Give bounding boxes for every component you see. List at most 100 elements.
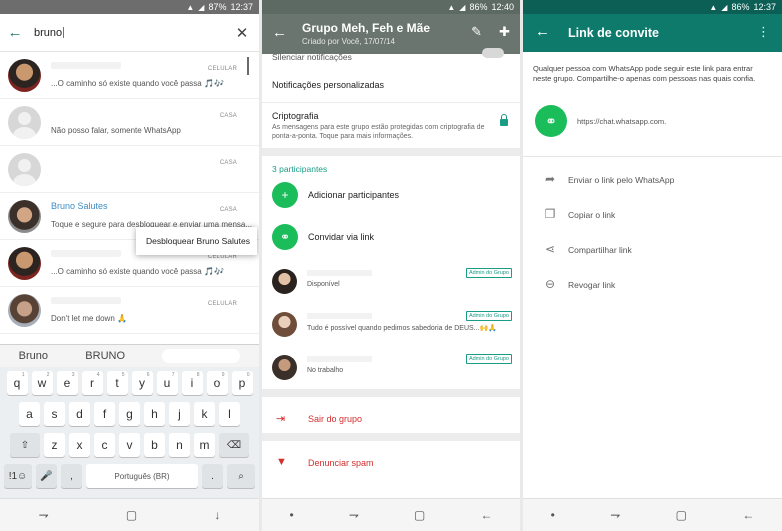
- redacted-name: [51, 297, 121, 304]
- key[interactable]: y6: [131, 371, 153, 395]
- report-spam-button[interactable]: ▼ Denunciar spam: [262, 441, 520, 485]
- comma-key[interactable]: ,: [61, 464, 82, 488]
- member-row[interactable]: No trabalho Admin do Grupo: [262, 347, 520, 390]
- unblock-menu-item[interactable]: Desbloquear Bruno Salutes: [136, 227, 257, 255]
- member-row[interactable]: Tudo é possível quando pedimos sabedoria…: [262, 304, 520, 347]
- key[interactable]: l: [219, 402, 240, 426]
- mute-toggle[interactable]: [482, 48, 504, 58]
- suggestion-blank[interactable]: [162, 349, 241, 363]
- backspace-key[interactable]: ⌫: [219, 433, 249, 457]
- add-person-icon: +: [272, 182, 298, 208]
- key[interactable]: o9: [206, 371, 228, 395]
- key[interactable]: e3: [56, 371, 78, 395]
- key[interactable]: x: [69, 433, 90, 457]
- key[interactable]: j: [169, 402, 190, 426]
- search-icon[interactable]: ⌕: [227, 464, 255, 488]
- key[interactable]: q1: [6, 371, 28, 395]
- key[interactable]: a: [19, 402, 40, 426]
- revoke-link-button[interactable]: ⊖ Revogar link: [523, 267, 782, 302]
- key[interactable]: u7: [156, 371, 178, 395]
- back-icon[interactable]: ↓: [214, 508, 220, 522]
- key[interactable]: t5: [106, 371, 128, 395]
- key[interactable]: i8: [181, 371, 203, 395]
- period-key[interactable]: .: [202, 464, 223, 488]
- key[interactable]: z: [44, 433, 65, 457]
- battery-level: 86%: [731, 2, 750, 12]
- member-row[interactable]: Disponível Admin do Grupo: [262, 261, 520, 304]
- group-title: Grupo Meh, Feh e Mãe: [302, 21, 431, 35]
- dot-icon[interactable]: •: [551, 508, 555, 522]
- signal-icon: ◢: [459, 2, 466, 12]
- key[interactable]: m: [194, 433, 215, 457]
- clock: 12:37: [753, 2, 776, 12]
- symbols-key[interactable]: !1☺: [4, 464, 32, 488]
- avatar: [8, 247, 41, 280]
- chat-row[interactable]: CASA: [0, 146, 259, 193]
- redacted-name: [307, 356, 372, 362]
- recent-apps-icon[interactable]: ⇁: [39, 508, 49, 522]
- back-icon[interactable]: ←: [742, 508, 754, 522]
- avatar: [272, 312, 297, 337]
- home-icon[interactable]: ▢: [414, 508, 425, 522]
- clock: 12:40: [491, 2, 514, 12]
- search-input[interactable]: bruno: [30, 27, 225, 39]
- key[interactable]: d: [69, 402, 90, 426]
- back-arrow-icon[interactable]: ←: [0, 24, 30, 41]
- edit-pencil-icon[interactable]: ✎: [471, 24, 482, 40]
- phone-label: CASA: [219, 207, 237, 213]
- send-link-whatsapp-button[interactable]: ➦ Enviar o link pelo WhatsApp: [523, 162, 782, 197]
- key[interactable]: c: [94, 433, 115, 457]
- chat-message: Não posso falar, somente WhatsApp: [51, 126, 181, 135]
- suggestion[interactable]: BRUNO: [85, 350, 125, 362]
- copy-link-button[interactable]: ❐ Copiar o link: [523, 197, 782, 232]
- key[interactable]: s: [44, 402, 65, 426]
- chat-row[interactable]: CASA Não posso falar, somente WhatsApp: [0, 99, 259, 146]
- home-icon[interactable]: ▢: [676, 508, 687, 522]
- share-link-button[interactable]: ⋖ Compartilhar link: [523, 232, 782, 267]
- home-icon[interactable]: ▢: [126, 508, 137, 522]
- key[interactable]: g: [119, 402, 140, 426]
- key[interactable]: v: [119, 433, 140, 457]
- key[interactable]: k: [194, 402, 215, 426]
- shift-key[interactable]: ⇧: [10, 433, 40, 457]
- key[interactable]: n: [169, 433, 190, 457]
- custom-notifications-row[interactable]: Notificações personalizadas: [262, 66, 520, 103]
- close-icon[interactable]: ✕: [225, 24, 259, 42]
- key[interactable]: r4: [81, 371, 103, 395]
- add-participants-label: Adicionar participantes: [308, 190, 400, 200]
- space-key[interactable]: Português (BR): [86, 464, 198, 488]
- recent-apps-icon[interactable]: ⇁: [610, 508, 620, 522]
- more-options-icon[interactable]: ⋮: [757, 24, 770, 40]
- key[interactable]: h: [144, 402, 165, 426]
- dot-icon[interactable]: •: [290, 508, 294, 522]
- phone-label: CELULAR: [207, 66, 237, 72]
- key-row-3: ⇧ z x c v b n m ⌫: [0, 433, 259, 457]
- key[interactable]: w2: [31, 371, 53, 395]
- add-participants-button[interactable]: + Adicionar participantes: [262, 175, 520, 217]
- group-subtitle: Criado por Você, 17/07/14: [302, 37, 395, 46]
- chat-row[interactable]: CELULAR Don't let me down 🙏: [0, 287, 259, 334]
- add-person-icon[interactable]: ✚: [499, 24, 510, 40]
- key-row-4: !1☺ 🎤 , Português (BR) . ⌕: [0, 464, 259, 488]
- suggestion[interactable]: Bruno: [19, 350, 48, 362]
- key[interactable]: p0: [231, 371, 253, 395]
- chat-message: Don't let me down 🙏: [51, 314, 127, 323]
- avatar: [272, 269, 297, 294]
- custom-notifications-label: Notificações personalizadas: [272, 80, 385, 90]
- invite-link-row[interactable]: ⚭ https://chat.whatsapp.com.: [523, 100, 782, 157]
- key[interactable]: f: [94, 402, 115, 426]
- invite-link-button[interactable]: ⚭ Convidar via link: [262, 217, 520, 259]
- wifi-icon: ▲: [186, 2, 195, 12]
- avatar: [8, 294, 41, 327]
- recent-apps-icon[interactable]: ⇁: [349, 508, 359, 522]
- chat-row[interactable]: CELULAR ...O caminho só existe quando vo…: [0, 52, 259, 99]
- revoke-icon: ⊖: [544, 277, 556, 291]
- encryption-row[interactable]: Criptografia As mensagens para este grup…: [262, 103, 520, 148]
- member-status: Tudo é possível quando pedimos sabedoria…: [307, 325, 497, 332]
- mic-icon[interactable]: 🎤: [36, 464, 57, 488]
- key[interactable]: b: [144, 433, 165, 457]
- back-icon[interactable]: ←: [480, 508, 492, 522]
- back-arrow-icon[interactable]: ←: [535, 23, 550, 40]
- mute-notifications-label[interactable]: Silenciar notificações: [272, 54, 352, 66]
- back-arrow-icon[interactable]: ←: [272, 24, 287, 41]
